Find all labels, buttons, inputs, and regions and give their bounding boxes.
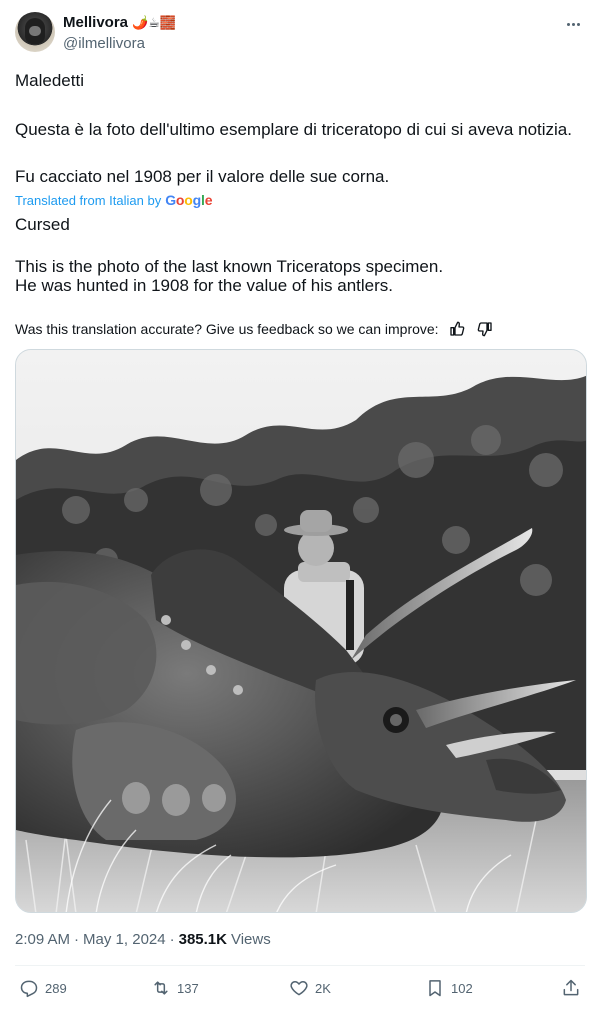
repost-icon (151, 978, 171, 998)
divider (15, 965, 585, 966)
share-button[interactable] (561, 978, 581, 998)
avatar[interactable] (15, 12, 55, 52)
bookmark-icon (425, 978, 445, 998)
share-icon (561, 978, 581, 998)
original-text-line: Fu cacciato nel 1908 per il valore delle… (15, 167, 390, 186)
repost-button[interactable]: 137 (151, 978, 199, 998)
name-emojis: 🌶️☕🧱 (132, 15, 177, 30)
thumbs-up-icon[interactable] (447, 319, 467, 339)
tweet-date[interactable]: May 1, 2024 (83, 931, 166, 948)
views-count: 385.1K (178, 931, 227, 948)
tweet-photo[interactable] (15, 349, 587, 913)
avatar-face (29, 26, 41, 36)
reply-count: 289 (45, 980, 67, 996)
views-label: Views (230, 931, 271, 948)
tweet-header: Mellivora 🌶️☕🧱 @ilmellivora (15, 12, 585, 56)
like-count: 2K (315, 980, 331, 996)
translated-by-label: Translated from Italian by (15, 192, 162, 208)
meta-separator: · (74, 931, 80, 948)
original-text-line: Questa è la foto dell'ultimo esemplare d… (15, 120, 572, 139)
meta-separator: · (169, 931, 175, 948)
photo-illustration (16, 350, 586, 912)
translated-text-line: Cursed (15, 215, 70, 234)
tweet-time[interactable]: 2:09 AM (15, 931, 70, 948)
translated-by-link[interactable]: Translated from Italian by Google (15, 192, 212, 208)
display-name[interactable]: Mellivora (63, 14, 128, 31)
reply-icon (19, 978, 39, 998)
tweet-meta: 2:09 AM · May 1, 2024 · 385.1K Views (15, 931, 271, 948)
reply-button[interactable]: 289 (19, 978, 67, 998)
translated-text-line: He was hunted in 1908 for the value of h… (15, 276, 394, 295)
bookmark-count: 102 (451, 980, 473, 996)
repost-count: 137 (177, 980, 199, 996)
original-text-line: Maledetti (15, 71, 84, 90)
name-row: Mellivora 🌶️☕🧱 (63, 14, 176, 31)
action-bar: 289 137 2K 102 (15, 978, 585, 1004)
translation-feedback: Was this translation accurate? Give us f… (15, 319, 495, 339)
more-icon[interactable] (561, 14, 585, 34)
bookmark-button[interactable]: 102 (425, 978, 473, 998)
thumbs-down-icon[interactable] (475, 319, 495, 339)
heart-icon (289, 978, 309, 998)
user-handle[interactable]: @ilmellivora (63, 35, 145, 52)
feedback-prompt: Was this translation accurate? Give us f… (15, 321, 439, 337)
google-logo-icon: Google (165, 192, 213, 208)
like-button[interactable]: 2K (289, 978, 331, 998)
